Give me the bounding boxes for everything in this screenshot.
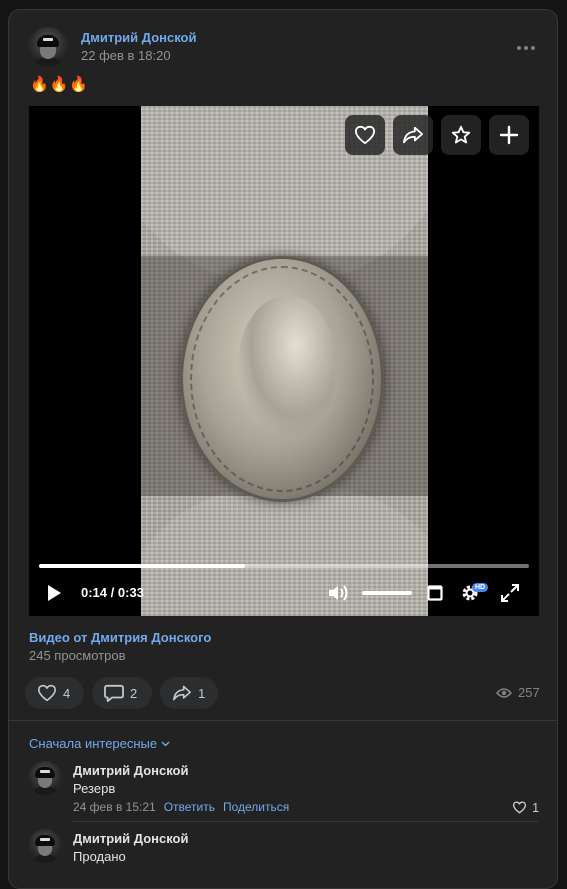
miniplayer-button[interactable]	[426, 584, 444, 602]
comment-divider	[73, 821, 538, 822]
add-video-button[interactable]	[489, 115, 529, 155]
share-button[interactable]: 1	[160, 677, 218, 709]
share-video-button[interactable]	[393, 115, 433, 155]
time-display: 0:14 / 0:33	[81, 585, 144, 600]
comment-avatar[interactable]	[28, 829, 62, 863]
progress-fill	[39, 564, 245, 568]
share-count: 1	[198, 685, 206, 701]
author-avatar[interactable]	[28, 27, 68, 67]
comment-like-count: 1	[532, 800, 540, 815]
like-video-button[interactable]	[345, 115, 385, 155]
heart-icon	[512, 801, 527, 814]
comment-button[interactable]: 2	[92, 677, 152, 709]
post-card: Дмитрий Донской 22 фев в 18:20 🔥🔥🔥 0:14 …	[8, 9, 558, 889]
comments-sort-dropdown[interactable]: Сначала интересные	[29, 736, 170, 751]
volume-button[interactable]	[327, 582, 351, 604]
comment-avatar[interactable]	[28, 761, 62, 795]
post-text: 🔥🔥🔥	[30, 76, 90, 93]
window-icon	[427, 585, 443, 601]
speaker-icon	[329, 585, 348, 601]
time-separator: /	[110, 585, 115, 600]
plus-icon	[499, 125, 519, 145]
chevron-down-icon	[161, 741, 170, 746]
reply-link[interactable]: Ответить	[164, 800, 215, 814]
share-arrow-icon	[173, 685, 191, 701]
hd-badge: HD	[472, 583, 489, 592]
eye-icon	[496, 687, 512, 698]
video-player[interactable]: 0:14 / 0:33 HD	[29, 106, 539, 616]
comment-date[interactable]: 24 фев в 15:21	[73, 800, 156, 814]
more-options-icon[interactable]	[517, 46, 535, 50]
duration: 0:33	[117, 585, 144, 600]
divider	[9, 720, 557, 721]
comment-author[interactable]: Дмитрий Донской	[73, 763, 188, 778]
video-frame	[141, 106, 428, 616]
comment-icon	[104, 684, 124, 702]
favorite-video-button[interactable]	[441, 115, 481, 155]
play-button[interactable]	[45, 584, 63, 602]
views-count: 257	[518, 685, 540, 700]
progress-bar[interactable]	[39, 564, 529, 568]
comment-text: Продано	[73, 849, 126, 864]
views-counter: 257	[496, 685, 540, 700]
sort-label: Сначала интересные	[29, 736, 158, 751]
like-button[interactable]: 4	[25, 677, 84, 709]
share-comment-link[interactable]: Поделиться	[223, 800, 289, 814]
video-title-link[interactable]: Видео от Дмитрия Донского	[29, 630, 211, 645]
like-count: 4	[63, 685, 71, 701]
comment-meta: 24 фев в 15:21 Ответить Поделиться	[73, 800, 289, 814]
post-author-name[interactable]: Дмитрий Донской	[81, 30, 196, 45]
expand-icon	[501, 584, 519, 602]
heart-icon	[37, 684, 56, 702]
post-date[interactable]: 22 фев в 18:20	[81, 48, 171, 63]
fullscreen-button[interactable]	[500, 583, 520, 603]
star-icon	[451, 125, 471, 144]
volume-slider[interactable]	[362, 591, 412, 595]
comment-count: 2	[130, 685, 138, 701]
current-time: 0:14	[81, 585, 108, 600]
comment-author[interactable]: Дмитрий Донской	[73, 831, 188, 846]
play-icon	[48, 585, 61, 601]
comment-like-button[interactable]: 1	[512, 800, 539, 815]
heart-icon	[354, 125, 375, 145]
video-views: 245 просмотров	[29, 648, 126, 663]
coin-image	[180, 256, 384, 502]
share-arrow-icon	[402, 126, 423, 144]
comment-text: Резерв	[73, 781, 116, 796]
